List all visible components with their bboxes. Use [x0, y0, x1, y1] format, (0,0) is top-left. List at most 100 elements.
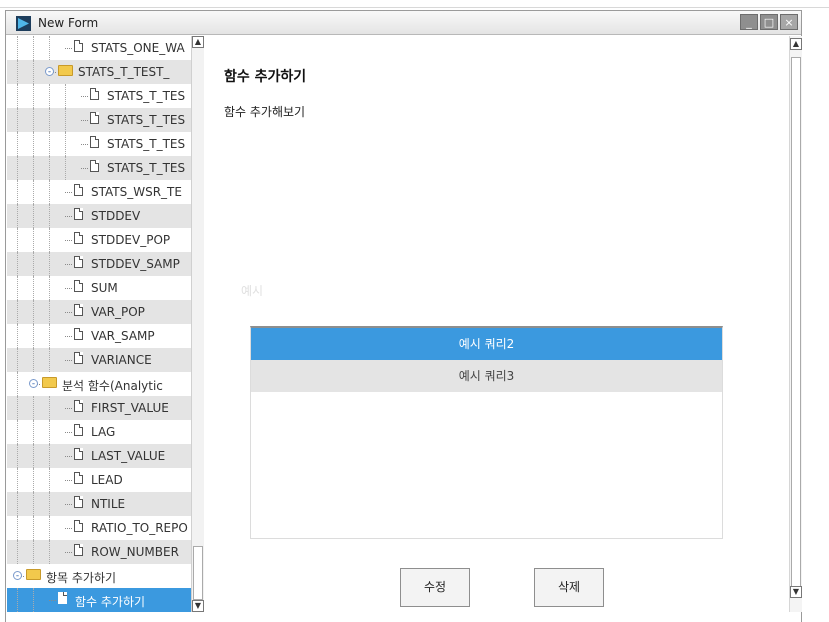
window-title: New Form: [38, 16, 99, 30]
example-label: 예시: [241, 284, 264, 298]
main-scrollbar[interactable]: ▲ ▼: [789, 36, 802, 612]
tree-guide-line: [65, 84, 67, 108]
tree-guide-line: [33, 132, 35, 156]
tree-connector: [65, 240, 72, 242]
tree-guide-line: [33, 540, 35, 564]
tree-scroll-thumb[interactable]: [193, 546, 203, 600]
tree-item[interactable]: STDDEV_SAMP: [7, 252, 191, 276]
tree-guide-line: [49, 540, 51, 564]
tree-item[interactable]: VARIANCE: [7, 348, 191, 372]
tree-connector: [65, 408, 72, 410]
close-button[interactable]: ×: [780, 14, 798, 30]
tree-item-label: VARIANCE: [91, 353, 152, 367]
scroll-up-arrow-icon[interactable]: ▲: [790, 38, 802, 50]
tree-guide-line: [49, 156, 51, 180]
main-scroll-thumb[interactable]: [791, 57, 801, 592]
tree-item-label: STDDEV_SAMP: [91, 257, 180, 271]
tree-guide-line: [49, 420, 51, 444]
tree-item[interactable]: STDDEV_POP: [7, 228, 191, 252]
tree-item[interactable]: STATS_ONE_WA: [7, 36, 191, 60]
tree-item[interactable]: RATIO_TO_REPO: [7, 516, 191, 540]
tree-item-label: LEAD: [91, 473, 123, 487]
page-title: 함수 추가하기: [224, 69, 307, 85]
tree-guide-line: [33, 588, 35, 612]
tree-guide-line: [49, 444, 51, 468]
document-icon: [90, 160, 99, 172]
tree-item[interactable]: VAR_SAMP: [7, 324, 191, 348]
scroll-down-arrow-icon[interactable]: ▼: [790, 586, 802, 598]
tree-connector: [65, 432, 72, 434]
document-icon: [58, 592, 67, 604]
tree-guide-line: [17, 156, 19, 180]
tree-guide-line: [17, 228, 19, 252]
collapse-icon[interactable]: -: [45, 67, 54, 77]
tree-item[interactable]: ROW_NUMBER: [7, 540, 191, 564]
collapse-icon[interactable]: -: [29, 379, 38, 389]
function-tree[interactable]: STATS_ONE_WA - STATS_T_TEST_ STATS_T_TES STA…: [7, 36, 191, 612]
tree-guide-line: [49, 468, 51, 492]
tree-guide-line: [49, 36, 51, 60]
tree-item[interactable]: LAST_VALUE: [7, 444, 191, 468]
tree-guide-line: [17, 444, 19, 468]
tree-item-label: STATS_T_TES: [107, 113, 186, 127]
tree-item[interactable]: STATS_T_TES: [7, 156, 191, 180]
tree-guide-line: [17, 132, 19, 156]
tree-item[interactable]: STATS_T_TES: [7, 108, 191, 132]
tree-guide-line: [17, 420, 19, 444]
tree-item[interactable]: FIRST_VALUE: [7, 396, 191, 420]
tree-item[interactable]: LEAD: [7, 468, 191, 492]
scroll-down-arrow-icon[interactable]: ▼: [192, 600, 204, 612]
tree-guide-line: [17, 348, 19, 372]
tree-item-label: LAST_VALUE: [91, 449, 166, 463]
minimize-button[interactable]: _: [740, 14, 758, 30]
tree-guide-line: [33, 156, 35, 180]
document-icon: [74, 256, 83, 268]
tree-guide-line: [33, 252, 35, 276]
tree-guide-line: [49, 180, 51, 204]
tree-item-label: RATIO_TO_REPO: [91, 521, 188, 535]
tree-guide-line: [17, 588, 19, 612]
example-query-list[interactable]: 예시 쿼리2 예시 쿼리3: [250, 326, 723, 539]
tree-guide-line: [33, 516, 35, 540]
list-item[interactable]: 예시 쿼리2: [251, 328, 722, 360]
tree-item-label: STDDEV: [91, 209, 141, 223]
collapse-icon[interactable]: -: [13, 571, 22, 581]
tree-item[interactable]: 함수 추가하기: [7, 588, 191, 612]
tree-folder-node[interactable]: - STATS_T_TEST_: [7, 60, 191, 84]
tree-item-label: ROW_NUMBER: [91, 545, 179, 559]
document-icon: [74, 520, 83, 532]
tree-item-label: 분석 함수(Analytic: [62, 379, 163, 393]
tree-scrollbar[interactable]: ▲ ▼: [191, 36, 204, 612]
tree-guide-line: [33, 60, 35, 84]
edit-button[interactable]: 수정: [400, 568, 470, 607]
tree-item-label: 함수 추가하기: [75, 595, 146, 609]
tree-guide-line: [17, 300, 19, 324]
tree-connector: [65, 192, 72, 194]
tree-item[interactable]: VAR_POP: [7, 300, 191, 324]
tree-item[interactable]: LAG: [7, 420, 191, 444]
delete-button[interactable]: 삭제: [534, 568, 604, 607]
tree-folder-node[interactable]: - 항목 추가하기: [7, 564, 191, 588]
tree-guide-line: [17, 492, 19, 516]
maximize-button[interactable]: □: [760, 14, 778, 30]
document-icon: [74, 496, 83, 508]
tree-connector: [65, 552, 72, 554]
tree-item[interactable]: STATS_T_TES: [7, 132, 191, 156]
tree-connector: [81, 96, 88, 98]
tree-guide-line: [33, 396, 35, 420]
tree-guide-line: [33, 36, 35, 60]
tree-guide-line: [49, 252, 51, 276]
list-item[interactable]: 예시 쿼리3: [251, 360, 722, 392]
tree-folder-node[interactable]: - 분석 함수(Analytic: [7, 372, 191, 396]
tree-item[interactable]: STATS_WSR_TE: [7, 180, 191, 204]
scroll-up-arrow-icon[interactable]: ▲: [192, 36, 204, 48]
tree-item[interactable]: SUM: [7, 276, 191, 300]
tree-guide-line: [49, 84, 51, 108]
document-icon: [74, 424, 83, 436]
tree-item-label: NTILE: [91, 497, 126, 511]
tree-item[interactable]: STATS_T_TES: [7, 84, 191, 108]
title-bar[interactable]: New Form _ □ ×: [6, 11, 801, 35]
tree-item[interactable]: NTILE: [7, 492, 191, 516]
tree-guide-line: [49, 348, 51, 372]
tree-item[interactable]: STDDEV: [7, 204, 191, 228]
